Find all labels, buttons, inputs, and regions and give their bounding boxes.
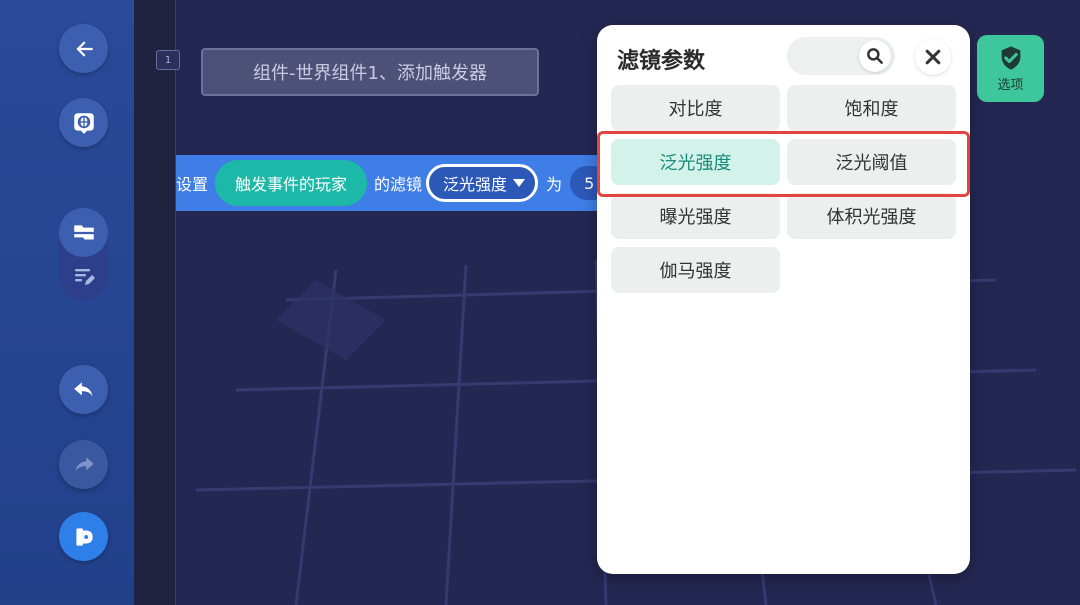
notes-icon (74, 269, 95, 285)
filter-parameter-panel: 滤镜参数 对比度 饱和度 泛光强度 泛光阈值 曝光强度 体积光强度 伽马强度 (597, 25, 970, 574)
play-icon (75, 527, 93, 546)
close-icon (925, 49, 941, 65)
option-volumetric-light-intensity[interactable]: 体积光强度 (787, 193, 956, 239)
filter-dropdown-value: 泛光强度 (443, 175, 508, 194)
notes-mode-button[interactable] (59, 254, 108, 300)
close-button[interactable] (915, 39, 951, 75)
set-filter-code-block[interactable]: 设置 触发事件的玩家 的滤镜 泛光强度 为 5 (176, 155, 656, 211)
comment-block[interactable]: 组件-世界组件1、添加触发器 (201, 48, 539, 96)
check-shield-icon (1001, 46, 1020, 70)
line-number: 1 (156, 50, 180, 70)
line-gutter (134, 0, 176, 605)
blocks-icon (73, 224, 94, 239)
run-button[interactable] (59, 512, 108, 561)
option-gamma-intensity[interactable]: 伽马强度 (611, 247, 780, 293)
option-saturation[interactable]: 饱和度 (787, 85, 956, 131)
world-button[interactable] (59, 98, 108, 147)
option-exposure-intensity[interactable]: 曝光强度 (611, 193, 780, 239)
arrow-left-icon (75, 40, 93, 57)
filter-dropdown[interactable]: 泛光强度 (426, 164, 539, 202)
chevron-down-icon (513, 179, 526, 187)
search-icon (867, 48, 883, 64)
option-contrast[interactable]: 对比度 (611, 85, 780, 131)
undo-button[interactable] (59, 365, 108, 414)
options-button-label: 选项 (997, 78, 1024, 93)
search-box[interactable] (787, 37, 895, 75)
redo-button[interactable] (59, 440, 108, 489)
option-bloom-intensity[interactable]: 泛光强度 (611, 139, 780, 185)
left-toolbar (0, 0, 134, 605)
option-bloom-threshold[interactable]: 泛光阈值 (787, 139, 956, 185)
back-button[interactable] (59, 24, 108, 73)
options-button[interactable]: 选项 (977, 35, 1044, 102)
globe-icon (73, 112, 94, 134)
player-parameter-pill[interactable]: 触发事件的玩家 (215, 160, 368, 206)
block-prefix-text: 设置 (176, 175, 209, 194)
search-input[interactable] (801, 45, 861, 67)
redo-icon (74, 456, 94, 471)
undo-icon (73, 381, 93, 396)
panel-title: 滤镜参数 (617, 49, 706, 74)
blocks-mode-button[interactable] (59, 208, 108, 257)
search-button[interactable] (859, 40, 891, 72)
block-middle-text: 的滤镜 (374, 175, 423, 194)
block-suffix-text: 为 (546, 175, 563, 194)
